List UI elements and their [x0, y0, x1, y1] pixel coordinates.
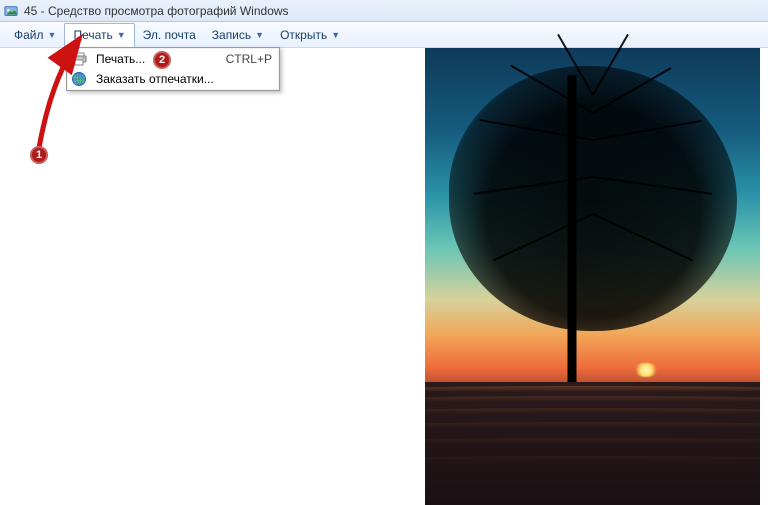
annotation-badge-1-label: 1: [36, 149, 42, 161]
dropdown-order-label: Заказать отпечатки...: [96, 72, 272, 86]
chevron-down-icon: ▼: [331, 30, 340, 40]
chevron-down-icon: ▼: [255, 30, 264, 40]
menu-email[interactable]: Эл. почта: [135, 22, 204, 47]
annotation-badge-2: 2: [153, 51, 171, 69]
dropdown-item-order-prints[interactable]: Заказать отпечатки...: [68, 69, 278, 89]
chevron-down-icon: ▼: [117, 30, 126, 40]
menu-open-label: Открыть: [280, 28, 327, 42]
annotation-badge-2-label: 2: [159, 54, 165, 66]
menu-burn[interactable]: Запись ▼: [204, 22, 272, 47]
titlebar: 45 - Средство просмотра фотографий Windo…: [0, 0, 768, 22]
dropdown-item-print[interactable]: Печать... CTRL+P: [68, 49, 278, 69]
printer-icon: [70, 50, 88, 68]
menu-open[interactable]: Открыть ▼: [272, 22, 348, 47]
chevron-down-icon: ▼: [48, 30, 57, 40]
window-title: 45 - Средство просмотра фотографий Windo…: [24, 4, 289, 18]
menu-file[interactable]: Файл ▼: [6, 22, 64, 47]
annotation-badge-1: 1: [30, 146, 48, 164]
menu-print-label: Печать: [73, 28, 112, 42]
menu-print[interactable]: Печать ▼: [64, 23, 134, 47]
globe-icon: [70, 70, 88, 88]
dropdown-print-shortcut: CTRL+P: [226, 52, 272, 66]
menu-burn-label: Запись: [212, 28, 251, 42]
toolbar: Файл ▼ Печать ▼ Эл. почта Запись ▼ Откры…: [0, 22, 768, 48]
menu-file-label: Файл: [14, 28, 44, 42]
app-icon: [4, 4, 18, 18]
print-dropdown: Печать... CTRL+P Заказать отпечатки...: [66, 47, 280, 91]
menu-email-label: Эл. почта: [143, 28, 196, 42]
photo: [425, 48, 760, 505]
viewer-area: [0, 48, 768, 505]
